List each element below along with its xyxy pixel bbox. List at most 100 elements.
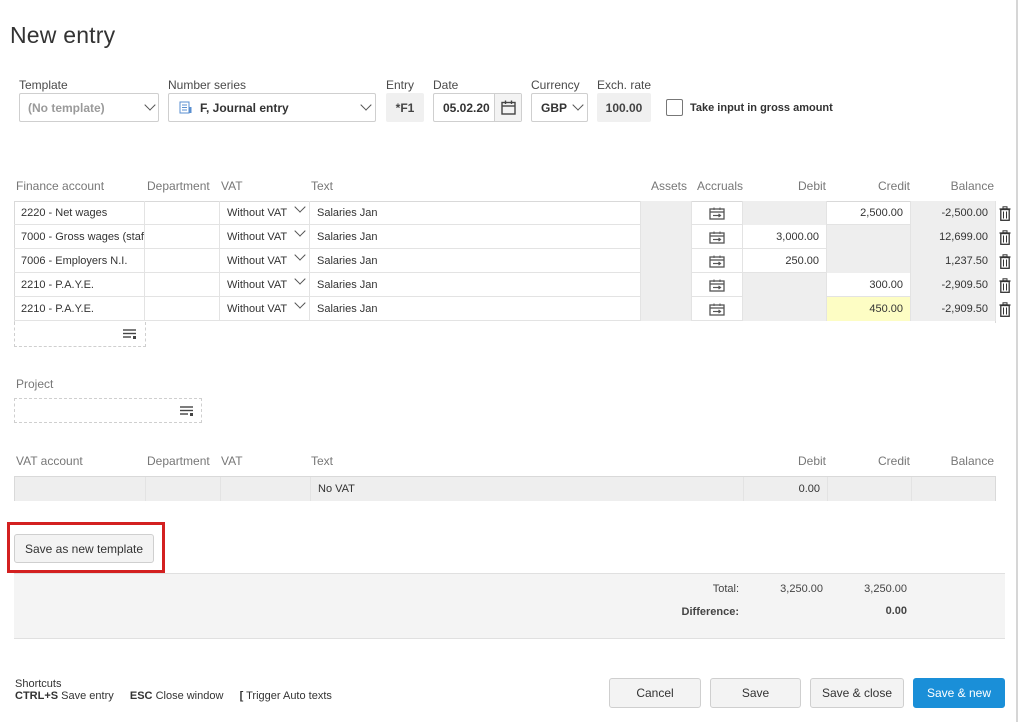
page-title: New entry [10, 22, 116, 48]
vat-select[interactable]: Without VAT [220, 201, 310, 225]
vat-value: Without VAT [227, 255, 288, 267]
assets-cell [641, 249, 692, 273]
balance-cell: -2,909.50 [911, 273, 996, 297]
currency-value: GBP [541, 100, 568, 115]
text-cell[interactable]: Salaries Jan [310, 273, 641, 297]
balance-cell: 12,699.00 [911, 225, 996, 249]
trash-icon[interactable] [999, 254, 1011, 269]
credit-cell-active[interactable]: 450.00 [827, 297, 911, 321]
vat-select[interactable]: Without VAT [220, 297, 310, 321]
accrual-icon [709, 303, 725, 316]
department-cell[interactable] [145, 273, 220, 297]
new-line-account-input[interactable] [14, 322, 146, 347]
shortcut-desc: Trigger Auto texts [246, 690, 332, 702]
chevron-down-icon [294, 225, 306, 237]
credit-cell[interactable]: 300.00 [827, 273, 911, 297]
account-cell[interactable]: 2210 - P.A.Y.E. [14, 273, 145, 297]
trash-icon[interactable] [999, 206, 1011, 221]
currency-select[interactable]: GBP [531, 93, 588, 122]
accrual-button[interactable] [692, 273, 743, 297]
account-cell[interactable]: 2210 - P.A.Y.E. [14, 297, 145, 321]
col-assets: Assets [651, 179, 688, 193]
text-cell[interactable]: Salaries Jan [310, 249, 641, 273]
table-row: 2220 - Net wages Without VAT Salaries Ja… [14, 201, 996, 225]
debit-cell[interactable] [743, 273, 827, 297]
chevron-down-icon [360, 99, 372, 111]
trash-icon[interactable] [999, 302, 1011, 317]
credit-cell[interactable]: 2,500.00 [827, 201, 911, 225]
table-row: 2210 - P.A.Y.E. Without VAT Salaries Jan… [14, 297, 996, 321]
balance-cell: -2,909.50 [911, 297, 996, 321]
window-edge [1016, 0, 1018, 722]
text-cell[interactable]: Salaries Jan [310, 297, 641, 321]
template-select[interactable]: (No template) [19, 93, 159, 122]
currency-label: Currency [531, 78, 580, 92]
account-cell[interactable]: 2220 - Net wages [14, 201, 145, 225]
accrual-button[interactable] [692, 297, 743, 321]
difference-value: 0.00 [885, 605, 907, 617]
total-label: Total: [712, 583, 739, 595]
gross-amount-checkbox[interactable] [666, 99, 683, 116]
chevron-down-icon [294, 249, 306, 261]
account-cell[interactable]: 7006 - Employers N.I. [14, 249, 145, 273]
vat-value: Without VAT [227, 231, 288, 243]
accrual-button[interactable] [692, 249, 743, 273]
save-as-template-button[interactable]: Save as new template [14, 534, 154, 563]
department-cell[interactable] [145, 297, 220, 321]
vat-select[interactable]: Without VAT [220, 273, 310, 297]
vat-value: Without VAT [227, 303, 288, 315]
debit-cell[interactable] [743, 297, 827, 321]
col-department: Department [147, 179, 210, 193]
template-label: Template [19, 78, 68, 92]
save-close-button[interactable]: Save & close [810, 678, 904, 708]
vat-balance-cell [912, 477, 995, 501]
col-vat-credit: Credit [877, 454, 910, 468]
trash-icon[interactable] [999, 278, 1011, 293]
department-cell[interactable] [145, 201, 220, 225]
account-cell[interactable]: 7000 - Gross wages (staff) [14, 225, 145, 249]
vat-table-row: No VAT 0.00 [14, 476, 996, 501]
accrual-button[interactable] [692, 225, 743, 249]
number-series-select[interactable]: F, Journal entry [168, 93, 376, 122]
debit-cell[interactable] [743, 201, 827, 225]
table-row: 7000 - Gross wages (staff) Without VAT S… [14, 225, 996, 249]
assets-cell [641, 297, 692, 321]
department-cell[interactable] [145, 249, 220, 273]
department-cell[interactable] [145, 225, 220, 249]
vat-select[interactable]: Without VAT [220, 225, 310, 249]
credit-cell[interactable] [827, 249, 911, 273]
difference-label: Difference: [681, 606, 739, 618]
vat-credit-cell [828, 477, 912, 501]
col-vat-department: Department [147, 454, 210, 468]
shortcut-key: ESC [129, 690, 153, 702]
accrual-icon [709, 255, 725, 268]
cancel-button[interactable]: Cancel [609, 678, 701, 708]
save-button[interactable]: Save [710, 678, 801, 708]
text-cell[interactable]: Salaries Jan [310, 201, 641, 225]
number-series-value: F, Journal entry [200, 100, 289, 115]
vat-select[interactable]: Without VAT [220, 249, 310, 273]
text-cell[interactable]: Salaries Jan [310, 225, 641, 249]
date-label: Date [433, 78, 459, 92]
balance-cell: 1,237.50 [911, 249, 996, 273]
col-vat-debit: Debit [797, 454, 826, 468]
project-input[interactable] [14, 398, 202, 423]
accrual-button[interactable] [692, 201, 743, 225]
debit-cell[interactable]: 250.00 [743, 249, 827, 273]
shortcut-key: CTRL+S [15, 690, 59, 702]
assets-cell [641, 273, 692, 297]
assets-cell [641, 201, 692, 225]
list-picker-icon[interactable] [179, 405, 194, 417]
save-new-button[interactable]: Save & new [913, 678, 1005, 708]
balance-cell: -2,500.00 [911, 201, 996, 225]
debit-cell[interactable]: 3,000.00 [743, 225, 827, 249]
list-picker-icon[interactable] [122, 328, 137, 340]
calendar-button[interactable] [494, 94, 521, 121]
trash-icon[interactable] [999, 230, 1011, 245]
shortcuts-list: CTRL+S Save entry ESC Close window [ Tri… [15, 690, 332, 702]
journal-icon [179, 101, 192, 114]
vat-department-cell [146, 477, 221, 501]
chevron-down-icon [294, 297, 306, 309]
table-row: 2210 - P.A.Y.E. Without VAT Salaries Jan… [14, 273, 996, 297]
credit-cell[interactable] [827, 225, 911, 249]
